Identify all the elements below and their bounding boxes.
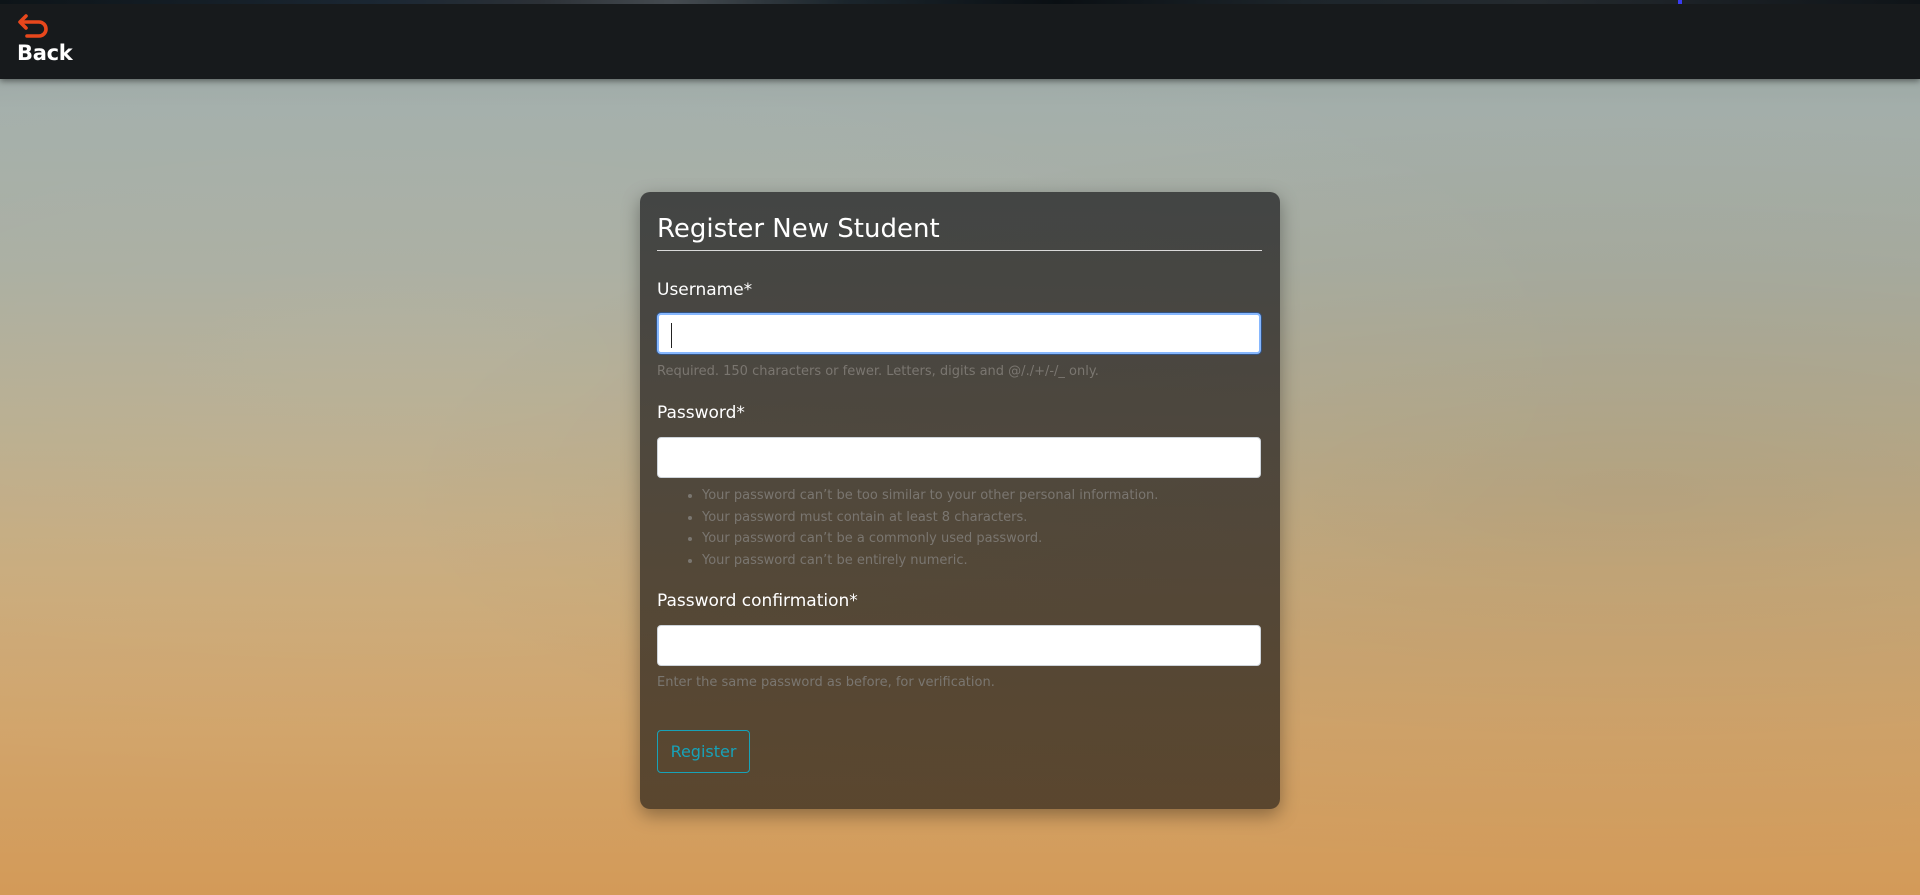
password-confirmation-label: Password confirmation* xyxy=(657,591,858,611)
back-button[interactable]: Back xyxy=(16,12,76,68)
top-strip xyxy=(0,0,1920,4)
top-navbar: Back xyxy=(0,0,1920,79)
text-caret xyxy=(671,323,672,348)
password-confirmation-input[interactable] xyxy=(657,625,1261,666)
undo-arrow-icon xyxy=(18,14,48,38)
register-button[interactable]: Register xyxy=(657,730,750,773)
top-strip-marker xyxy=(1678,0,1682,4)
username-label: Username* xyxy=(657,280,753,300)
password-confirmation-help-text: Enter the same password as before, for v… xyxy=(657,675,995,690)
password-input[interactable] xyxy=(657,437,1261,478)
password-rule: Your password must contain at least 8 ch… xyxy=(702,507,1158,529)
username-input[interactable] xyxy=(657,313,1261,354)
form-title: Register New Student xyxy=(657,214,1262,251)
password-rule: Your password can’t be a commonly used p… xyxy=(702,528,1158,550)
password-label: Password* xyxy=(657,403,745,423)
password-rules-list: Your password can’t be too similar to yo… xyxy=(684,485,1158,571)
password-rule: Your password can’t be too similar to yo… xyxy=(702,485,1158,507)
back-label: Back xyxy=(17,41,73,65)
password-rule: Your password can’t be entirely numeric. xyxy=(702,550,1158,572)
username-help-text: Required. 150 characters or fewer. Lette… xyxy=(657,364,1099,379)
register-form-card: Register New Student Username* Required.… xyxy=(640,192,1280,809)
